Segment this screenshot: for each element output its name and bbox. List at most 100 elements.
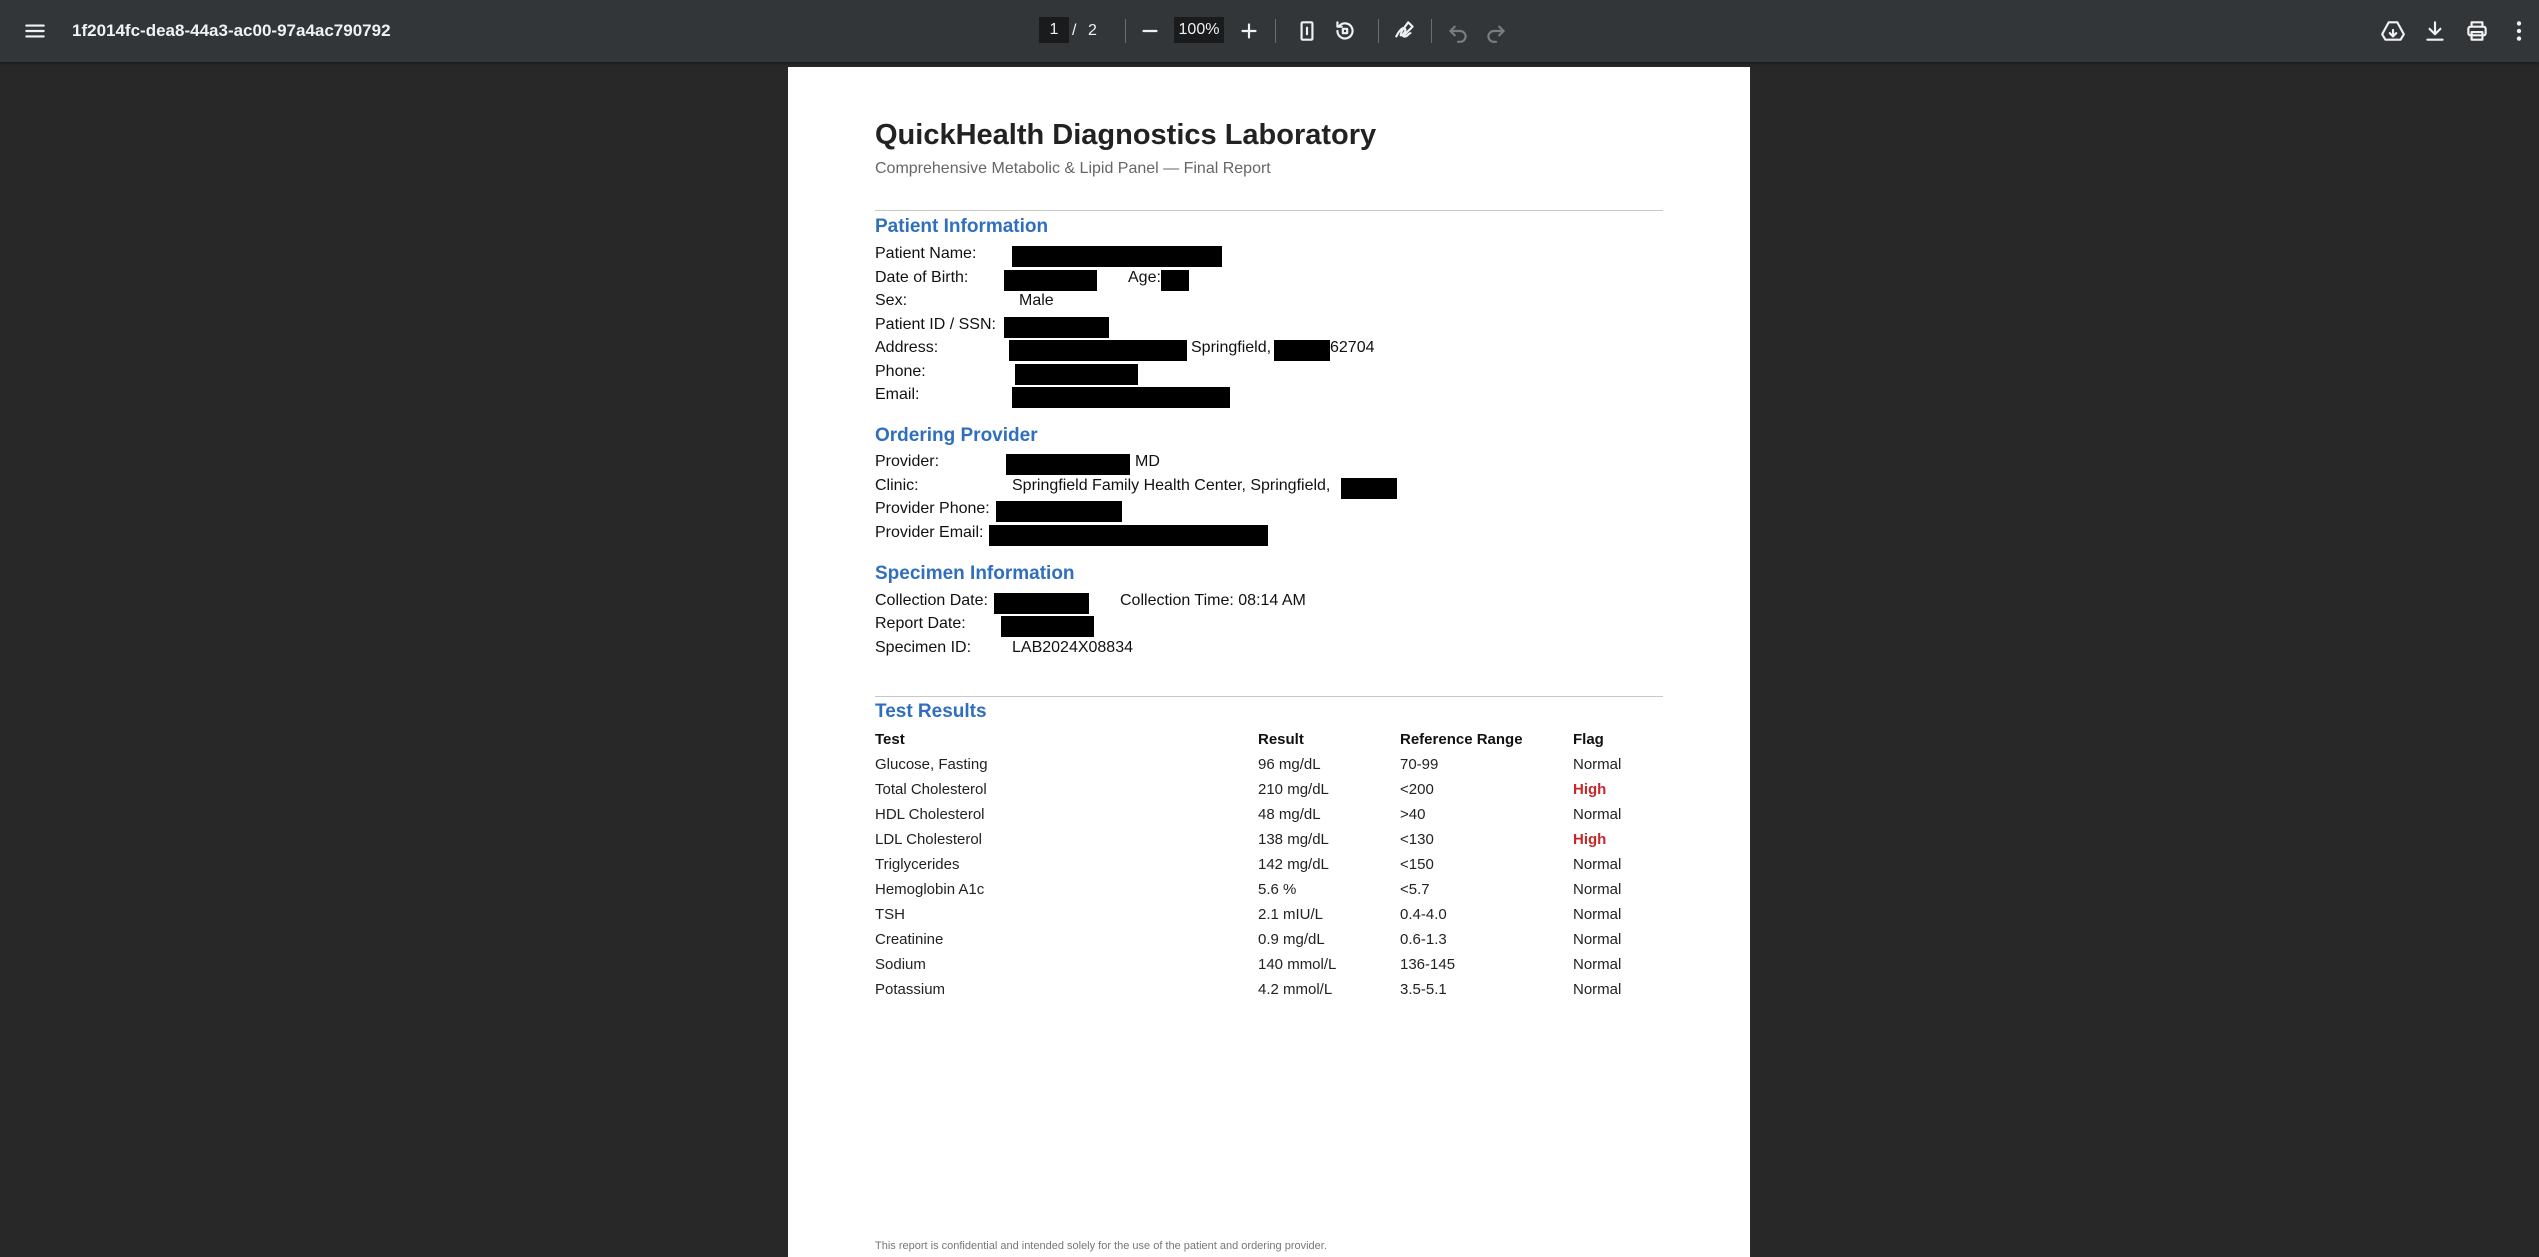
redaction-box (1012, 246, 1222, 267)
address-label: Address: (875, 339, 939, 356)
provider-suffix: MD (1135, 453, 1160, 470)
toolbar-divider (1378, 19, 1379, 43)
redaction-box (1004, 317, 1109, 338)
clinic-value: Springfield Family Health Center, Spring… (1012, 477, 1331, 494)
test-flag: Normal (1573, 931, 1622, 948)
test-result: 0.9 mg/dL (1258, 931, 1325, 948)
test-name: LDL Cholesterol (875, 831, 982, 848)
sex-label: Sex: (875, 292, 908, 309)
more-icon (2516, 21, 2522, 41)
redo-button[interactable] (1474, 0, 1518, 62)
email-label: Email: (875, 386, 920, 403)
provider-label: Provider: (875, 453, 940, 470)
menu-icon (25, 24, 45, 38)
test-flag: Normal (1573, 806, 1622, 823)
test-result: 4.2 mmol/L (1258, 981, 1333, 998)
redo-icon (1487, 25, 1505, 43)
test-result: 96 mg/dL (1258, 756, 1321, 773)
redaction-box (989, 525, 1268, 546)
zoom-input[interactable] (1174, 17, 1224, 43)
test-reference-range: 3.5-5.1 (1400, 981, 1447, 998)
column-header-test: Test (875, 731, 905, 748)
specimen-id-value: LAB2024X08834 (1012, 639, 1133, 656)
test-flag: Normal (1573, 956, 1622, 973)
redaction-box (996, 501, 1122, 522)
fit-page-icon (1300, 21, 1314, 41)
redaction-box (1015, 364, 1138, 385)
test-reference-range: <5.7 (1400, 881, 1430, 898)
file-title: 1f2014fc-dea8-44a3-ac00-97a4ac790792 (72, 21, 391, 40)
collection-date-label: Collection Date: (875, 592, 988, 609)
redaction-box (1341, 478, 1397, 499)
zoom-out-icon (1142, 29, 1158, 33)
rotate-button[interactable] (1323, 0, 1367, 62)
test-name: Glucose, Fasting (875, 756, 988, 773)
test-result: 142 mg/dL (1258, 856, 1329, 873)
more-actions-button[interactable] (2497, 0, 2539, 62)
test-reference-range: <150 (1400, 856, 1434, 873)
test-flag: High (1573, 781, 1607, 798)
redaction-box (1274, 340, 1330, 361)
test-name: Total Cholesterol (875, 781, 987, 798)
toolbar-divider (1125, 19, 1126, 43)
zoom-in-button[interactable] (1227, 0, 1271, 62)
test-flag: Normal (1573, 881, 1622, 898)
clinic-label: Clinic: (875, 477, 919, 494)
address-city: Springfield, (1191, 339, 1272, 356)
report-date-label: Report Date: (875, 615, 966, 632)
specimen-id-label: Specimen ID: (875, 639, 972, 656)
patient-info-heading: Patient Information (875, 216, 1049, 237)
sex-value: Male (1019, 292, 1054, 309)
report-subtitle: Comprehensive Metabolic & Lipid Panel — … (875, 160, 1271, 177)
annotate-icon (1395, 21, 1414, 38)
rotate-icon (1336, 21, 1354, 40)
dob-label: Date of Birth: (875, 269, 969, 286)
test-result: 2.1 mIU/L (1258, 906, 1324, 923)
test-name: Sodium (875, 956, 926, 973)
divider (875, 696, 1663, 697)
redaction-box (994, 593, 1089, 614)
pdf-toolbar: 1f2014fc-dea8-44a3-ac00-97a4ac790792 / 2 (0, 0, 2539, 62)
drive-icon (2381, 21, 2405, 41)
save-to-drive-button[interactable] (2371, 0, 2415, 62)
test-flag: Normal (1573, 856, 1622, 873)
test-name: Triglycerides (875, 856, 960, 873)
download-button[interactable] (2413, 0, 2457, 62)
column-header-result: Result (1258, 731, 1304, 748)
test-flag: Normal (1573, 981, 1622, 998)
test-name: Creatinine (875, 931, 944, 948)
report-title: QuickHealth Diagnostics Laboratory (875, 119, 1377, 151)
redaction-box (1009, 340, 1187, 361)
test-result: 210 mg/dL (1258, 781, 1329, 798)
test-reference-range: 70-99 (1400, 756, 1439, 773)
patient-name-label: Patient Name: (875, 245, 977, 262)
provider-phone-label: Provider Phone: (875, 500, 990, 517)
test-results-heading: Test Results (875, 701, 987, 722)
test-reference-range: 136-145 (1400, 956, 1456, 973)
print-button[interactable] (2455, 0, 2499, 62)
test-reference-range: >40 (1400, 806, 1426, 823)
test-reference-range: 0.4-4.0 (1400, 906, 1447, 923)
ordering-provider-heading: Ordering Provider (875, 425, 1038, 446)
zoom-in-icon (1241, 23, 1257, 39)
phone-label: Phone: (875, 363, 926, 380)
provider-email-label: Provider Email: (875, 524, 984, 541)
column-header-reference-range: Reference Range (1400, 731, 1523, 748)
toolbar-divider (1275, 19, 1276, 43)
redaction-box (1161, 270, 1189, 291)
test-name: TSH (875, 906, 905, 923)
test-reference-range: <130 (1400, 831, 1434, 848)
redaction-box (1012, 387, 1230, 408)
redaction-box (1004, 270, 1097, 291)
redaction-box (1001, 616, 1094, 637)
download-icon (2426, 21, 2444, 41)
zoom-out-button[interactable] (1128, 0, 1172, 62)
annotate-button[interactable] (1383, 0, 1427, 62)
confidentiality-note: This report is confidential and intended… (875, 1240, 1327, 1252)
patient-id-label: Patient ID / SSN: (875, 316, 996, 333)
test-reference-range: <200 (1400, 781, 1434, 798)
menu-button[interactable] (13, 0, 57, 62)
page-number-input[interactable] (1039, 17, 1069, 43)
test-flag: High (1573, 831, 1607, 848)
page-separator: / (1072, 22, 1077, 39)
